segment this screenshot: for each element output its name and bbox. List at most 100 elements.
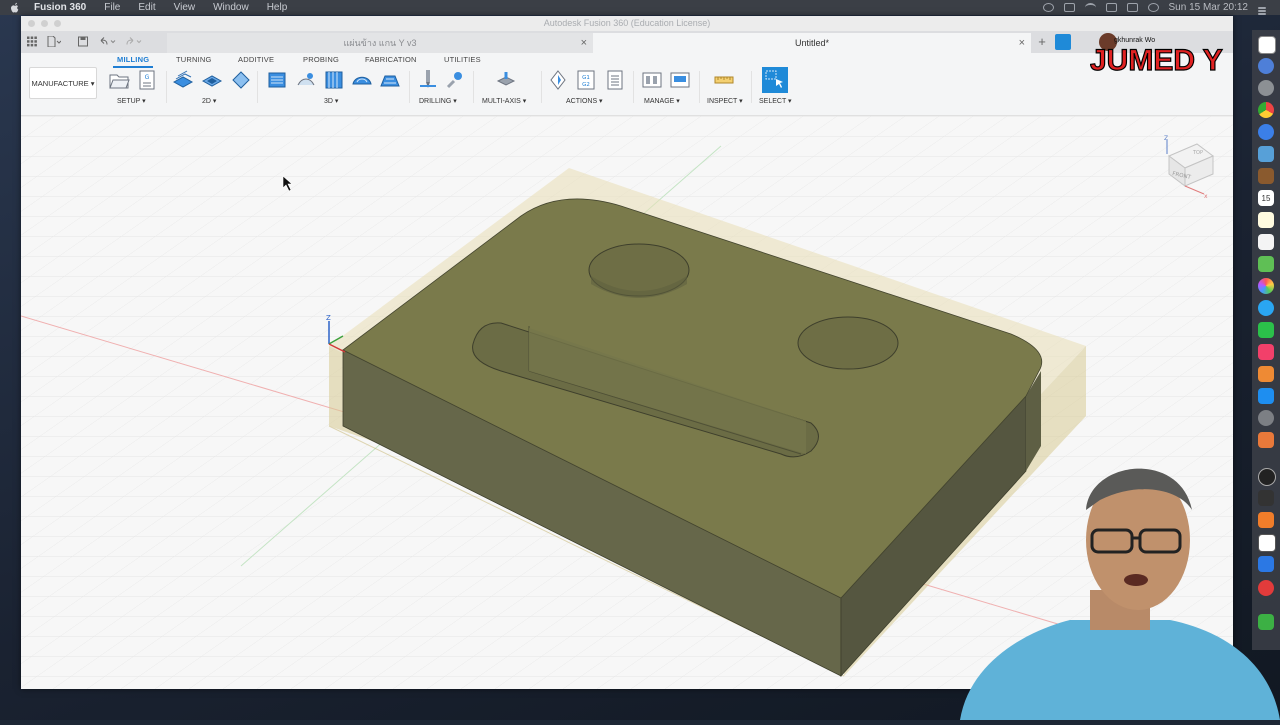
new-tab-button[interactable]: + bbox=[1034, 34, 1050, 50]
menu-file[interactable]: File bbox=[104, 2, 120, 13]
group-actions[interactable]: ACTIONS ▾ bbox=[566, 97, 603, 105]
workspace-selector[interactable]: MANUFACTURE ▾ bbox=[29, 67, 97, 99]
svg-text:G1: G1 bbox=[582, 75, 590, 81]
tab-side-plate[interactable]: แผ่นข้าง แกน Y v3 × bbox=[167, 33, 593, 53]
group-inspect[interactable]: INSPECT ▾ bbox=[707, 97, 743, 105]
channel-logo: gkhunrak Wo JUMED Y bbox=[1089, 32, 1240, 78]
apple-icon[interactable] bbox=[10, 2, 20, 13]
select-icon[interactable] bbox=[762, 67, 788, 93]
job-status-icon[interactable] bbox=[1055, 34, 1071, 50]
3d-pocket-icon[interactable] bbox=[295, 69, 317, 91]
screen-icon[interactable] bbox=[1063, 3, 1075, 12]
toolbar-separator bbox=[409, 71, 410, 103]
2d-pocket-icon[interactable] bbox=[201, 69, 223, 91]
volume-icon[interactable] bbox=[1105, 3, 1117, 12]
3d-adaptive-icon[interactable] bbox=[266, 69, 288, 91]
keyboard-icon[interactable] bbox=[1126, 3, 1138, 12]
2d-adaptive-icon[interactable] bbox=[172, 69, 194, 91]
undo-icon[interactable] bbox=[99, 36, 117, 47]
finder-icon[interactable] bbox=[1258, 36, 1276, 54]
menubar-clock[interactable]: Sun 15 Mar 20:12 bbox=[1169, 2, 1249, 13]
menu-view[interactable]: View bbox=[174, 2, 196, 13]
photos-app-icon[interactable] bbox=[1258, 146, 1274, 162]
toolbar-separator bbox=[633, 71, 634, 103]
user-icon[interactable] bbox=[1147, 3, 1159, 12]
close-window-button[interactable] bbox=[28, 20, 35, 27]
menu-edit[interactable]: Edit bbox=[138, 2, 155, 13]
toolbar-separator bbox=[473, 71, 474, 103]
minimize-window-button[interactable] bbox=[41, 20, 48, 27]
parallel-icon[interactable] bbox=[323, 69, 345, 91]
menu-window[interactable]: Window bbox=[213, 2, 249, 13]
tab-turning[interactable]: TURNING bbox=[176, 55, 212, 64]
tool-library-icon[interactable] bbox=[641, 69, 663, 91]
tab-milling[interactable]: MILLING bbox=[112, 55, 154, 68]
zoom-window-button[interactable] bbox=[54, 20, 61, 27]
tab-utilities[interactable]: UTILITIES bbox=[444, 55, 481, 64]
svg-text:G2: G2 bbox=[582, 82, 590, 88]
file-menu-icon[interactable] bbox=[47, 36, 61, 47]
face-icon[interactable] bbox=[230, 69, 252, 91]
thread-icon[interactable] bbox=[445, 69, 467, 91]
group-setup[interactable]: SETUP ▾ bbox=[117, 97, 146, 105]
messages-icon[interactable] bbox=[1258, 300, 1274, 316]
safari-icon[interactable] bbox=[1258, 80, 1274, 96]
tab-probing[interactable]: PROBING bbox=[303, 55, 339, 64]
multi-axis-icon[interactable] bbox=[495, 69, 517, 91]
launchpad-icon[interactable] bbox=[1258, 58, 1274, 74]
toolbar-separator bbox=[699, 71, 700, 103]
menu-bar: Fusion 360 File Edit View Window Help Su… bbox=[0, 0, 1280, 15]
group-select[interactable]: SELECT ▾ bbox=[759, 97, 792, 105]
status-icon[interactable] bbox=[1042, 3, 1054, 12]
open-folder-icon[interactable] bbox=[108, 69, 130, 91]
save-icon[interactable] bbox=[78, 36, 88, 47]
contour-icon[interactable] bbox=[379, 69, 401, 91]
chrome-icon[interactable] bbox=[1258, 102, 1274, 118]
post-process-icon[interactable]: G1G2 bbox=[575, 69, 597, 91]
books-icon[interactable] bbox=[1258, 366, 1274, 382]
maps-icon[interactable] bbox=[1258, 256, 1274, 272]
compass-icon[interactable] bbox=[1258, 124, 1274, 140]
close-tab-icon[interactable]: × bbox=[1019, 33, 1025, 53]
tab-fabrication[interactable]: FABRICATION bbox=[365, 55, 417, 64]
origin-z-label: Z bbox=[326, 314, 331, 322]
webcam-presenter bbox=[940, 440, 1280, 720]
redo-icon[interactable] bbox=[125, 36, 143, 47]
grid-menu-icon[interactable] bbox=[27, 36, 37, 47]
simulate-icon[interactable] bbox=[547, 69, 569, 91]
photos-icon[interactable] bbox=[1258, 278, 1274, 294]
calendar-icon[interactable]: 15 bbox=[1258, 190, 1274, 206]
viewcube-top-label: TOP bbox=[1192, 150, 1203, 156]
menu-help[interactable]: Help bbox=[267, 2, 288, 13]
close-tab-icon[interactable]: × bbox=[581, 33, 587, 53]
reminders-icon[interactable] bbox=[1258, 234, 1274, 250]
group-3d[interactable]: 3D ▾ bbox=[324, 97, 338, 105]
toolbar-separator bbox=[541, 71, 542, 103]
notebook-icon[interactable] bbox=[1258, 168, 1274, 184]
notes-icon[interactable] bbox=[1258, 212, 1274, 228]
toolbar-separator bbox=[257, 71, 258, 103]
scallop-icon[interactable] bbox=[351, 69, 373, 91]
setup-sheet-icon[interactable]: G bbox=[136, 69, 158, 91]
group-multi-axis[interactable]: MULTI-AXIS ▾ bbox=[482, 97, 526, 105]
group-manage[interactable]: MANAGE ▾ bbox=[644, 97, 680, 105]
music-icon[interactable] bbox=[1258, 344, 1274, 360]
control-center-icon[interactable] bbox=[1258, 6, 1266, 9]
system-preferences-icon[interactable] bbox=[1258, 410, 1274, 426]
logo-text: JUMED Y bbox=[1090, 44, 1223, 74]
wifi-icon[interactable] bbox=[1084, 3, 1096, 12]
machine-library-icon[interactable] bbox=[669, 69, 691, 91]
setup-sheet-doc-icon[interactable] bbox=[604, 69, 626, 91]
menu-extras: Sun 15 Mar 20:12 bbox=[1042, 0, 1266, 15]
tab-additive[interactable]: ADDITIVE bbox=[238, 55, 274, 64]
svg-text:x: x bbox=[1204, 193, 1208, 200]
app-store-icon[interactable] bbox=[1258, 388, 1274, 404]
facetime-icon[interactable] bbox=[1258, 322, 1274, 338]
menu-app-name[interactable]: Fusion 360 bbox=[34, 2, 86, 13]
document-tab-bar: แผ่นข้าง แกน Y v3 × Untitled* × + bbox=[21, 31, 1233, 53]
tab-untitled[interactable]: Untitled* × bbox=[593, 33, 1031, 53]
group-drilling[interactable]: DRILLING ▾ bbox=[419, 97, 457, 105]
group-2d[interactable]: 2D ▾ bbox=[202, 97, 216, 105]
measure-icon[interactable] bbox=[713, 69, 735, 91]
drill-icon[interactable] bbox=[417, 69, 439, 91]
